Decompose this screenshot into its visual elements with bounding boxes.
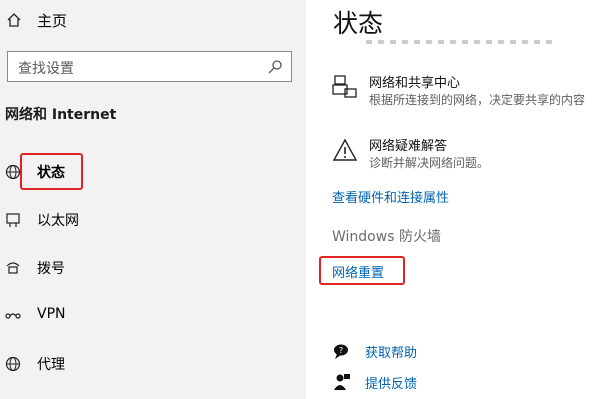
ethernet-icon: [6, 213, 20, 227]
sharing-center-desc: 根据所连接到的网络，决定要共享的内容: [369, 93, 586, 107]
sidebar-item-label: 代理: [37, 357, 65, 373]
sharing-center-icon: [332, 75, 357, 98]
troubleshooter-link[interactable]: 网络疑难解答 诊断并解决网络问题。: [332, 135, 600, 175]
home-icon: [7, 13, 21, 27]
highlight-box-reset: [319, 256, 405, 285]
vpn-icon: [5, 313, 21, 319]
sidebar-item-label: 以太网: [37, 213, 79, 229]
highlight-box-status: [20, 153, 83, 190]
page-title: 状态: [333, 9, 384, 38]
troubleshooter-title: 网络疑难解答: [369, 139, 448, 154]
sidebar-item-vpn[interactable]: VPN: [0, 296, 306, 336]
sidebar-item-proxy[interactable]: 代理: [0, 344, 306, 384]
warning-icon: [332, 138, 358, 161]
get-help-label: 获取帮助: [365, 346, 418, 361]
sharing-center-link[interactable]: 网络和共享中心 根据所连接到的网络，决定要共享的内容: [332, 72, 600, 112]
sidebar: 主页 查找设置 网络和 Internet 状态 以太网 拨号 VPN 代理: [0, 0, 306, 399]
sharing-center-title: 网络和共享中心: [369, 76, 461, 91]
home-label: 主页: [37, 12, 68, 30]
feedback-label: 提供反馈: [365, 377, 418, 392]
main-content: 状态 网络和共享中心 根据所连接到的网络，决定要共享的内容 网络疑难解答 诊断并…: [306, 0, 600, 399]
section-title: 网络和 Internet: [5, 107, 117, 123]
hardware-properties-link[interactable]: 查看硬件和连接属性: [332, 187, 449, 206]
feedback-link[interactable]: 提供反馈: [332, 371, 532, 393]
globe-proxy-icon: [5, 356, 21, 372]
firewall-label[interactable]: Windows 防火墙: [332, 226, 441, 246]
search-icon[interactable]: [267, 59, 283, 75]
get-help-link[interactable]: ? 获取帮助: [332, 340, 532, 362]
dialup-icon: [6, 262, 20, 274]
sidebar-item-dialup[interactable]: 拨号: [0, 248, 306, 288]
sidebar-item-label: 拨号: [37, 261, 65, 277]
clipped-text-row: [366, 40, 556, 44]
sidebar-item-label: VPN: [37, 306, 66, 322]
search-box[interactable]: 查找设置: [7, 51, 292, 82]
feedback-icon: [334, 374, 350, 390]
svg-text:?: ?: [339, 346, 343, 355]
help-chat-icon: ?: [334, 344, 348, 359]
troubleshooter-desc: 诊断并解决网络问题。: [369, 156, 490, 170]
sidebar-item-ethernet[interactable]: 以太网: [0, 200, 306, 240]
home-nav-item[interactable]: 主页: [0, 4, 306, 36]
search-input[interactable]: 查找设置: [18, 58, 74, 78]
